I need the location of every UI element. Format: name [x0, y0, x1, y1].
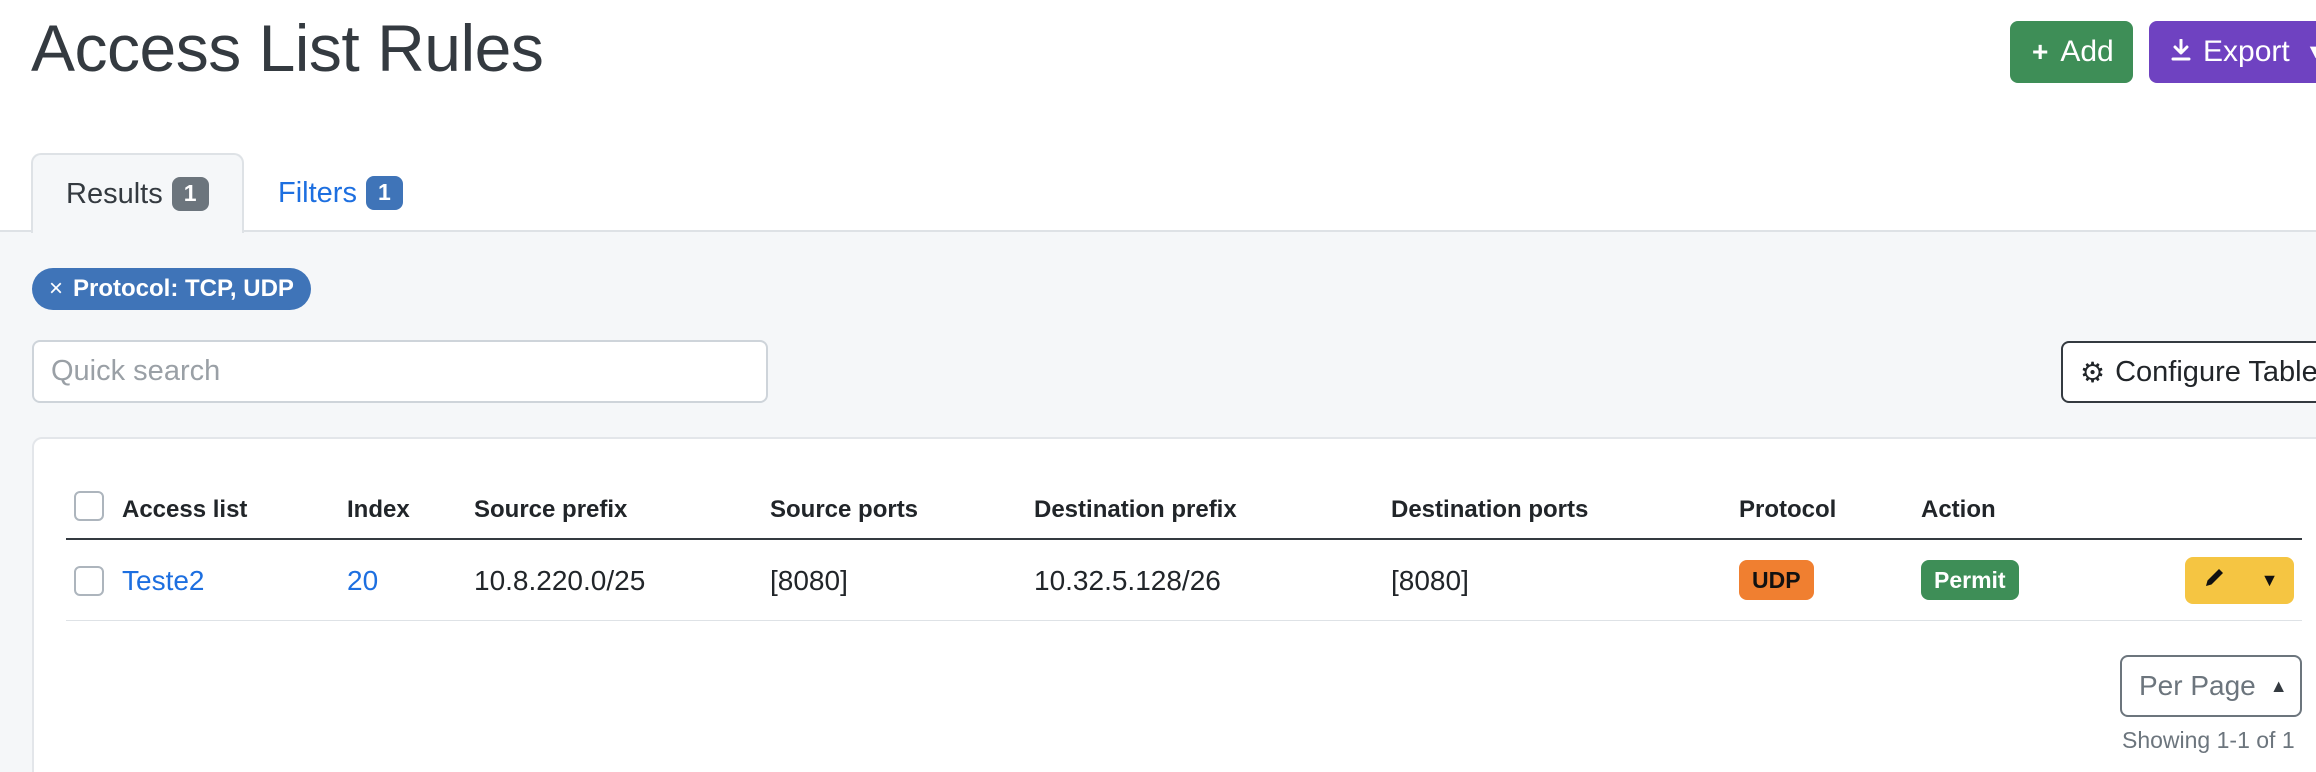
- table-row-divider: [66, 620, 2302, 621]
- tab-results[interactable]: Results 1: [31, 153, 244, 233]
- add-button[interactable]: + Add: [2010, 21, 2133, 83]
- table-header-divider: [66, 538, 2302, 540]
- column-header-source-prefix[interactable]: Source prefix: [474, 496, 627, 524]
- active-filter-pill: × Protocol: TCP, UDP: [32, 268, 311, 310]
- column-header-destination-prefix[interactable]: Destination prefix: [1034, 496, 1237, 524]
- export-button-label: Export: [2203, 35, 2290, 68]
- access-list-link[interactable]: Teste2: [122, 565, 205, 596]
- per-page-label: Per Page: [2139, 670, 2256, 701]
- pagination-summary: Showing 1-1 of 1: [2122, 727, 2295, 753]
- column-header-destination-ports[interactable]: Destination ports: [1391, 496, 1588, 524]
- row-actions-group: ▼: [2185, 557, 2294, 604]
- download-icon-svg: [2171, 38, 2191, 61]
- configure-table-label: Configure Table: [2115, 355, 2316, 388]
- cell-source-ports: [8080]: [770, 565, 848, 596]
- column-header-access-list[interactable]: Access list: [122, 496, 247, 524]
- chevron-down-icon[interactable]: ▼: [2245, 570, 2294, 591]
- column-header-protocol[interactable]: Protocol: [1739, 496, 1836, 524]
- add-button-label: Add: [2060, 35, 2114, 68]
- action-badge: Permit: [1921, 560, 2019, 600]
- chevron-up-icon: ▲: [2269, 675, 2288, 696]
- cell-destination-prefix: 10.32.5.128/26: [1034, 565, 1221, 596]
- quick-search-input[interactable]: [32, 340, 768, 403]
- active-filter-label: Protocol: TCP, UDP: [73, 275, 294, 302]
- configure-table-button[interactable]: ⚙ Configure Table: [2061, 341, 2316, 403]
- column-header-source-ports[interactable]: Source ports: [770, 496, 918, 524]
- remove-filter-icon[interactable]: ×: [49, 275, 63, 303]
- tab-filters-count: 1: [365, 175, 403, 211]
- cell-index: 20: [347, 565, 378, 597]
- index-link[interactable]: 20: [347, 565, 378, 596]
- cell-source-prefix: 10.8.220.0/25: [474, 565, 646, 596]
- tab-filters[interactable]: Filters 1: [278, 153, 403, 233]
- column-header-index[interactable]: Index: [347, 496, 410, 524]
- cell-destination-ports: [8080]: [1391, 565, 1469, 596]
- plus-icon: +: [2032, 36, 2049, 67]
- select-all-checkbox[interactable]: [74, 491, 104, 521]
- download-icon: [2171, 38, 2191, 66]
- pencil-icon[interactable]: [2185, 565, 2245, 596]
- export-button[interactable]: Export ▼: [2149, 21, 2316, 83]
- column-header-action[interactable]: Action: [1921, 496, 1996, 524]
- protocol-badge: UDP: [1739, 560, 1814, 600]
- chevron-down-icon: ▼: [2305, 40, 2316, 63]
- cell-access-list: Teste2: [122, 565, 205, 597]
- tab-results-count: 1: [171, 176, 209, 212]
- results-card: [32, 437, 2316, 772]
- tab-filters-label: Filters: [278, 176, 357, 209]
- page-title: Access List Rules: [31, 11, 544, 85]
- pencil-icon-svg: [2206, 569, 2223, 586]
- tab-results-label: Results: [66, 177, 163, 210]
- row-checkbox[interactable]: [74, 566, 104, 596]
- gear-icon: ⚙: [2080, 356, 2106, 388]
- page: Access List Rules + Add Export ▼ Results…: [0, 0, 2316, 772]
- per-page-dropdown[interactable]: Per Page ▲: [2120, 655, 2302, 717]
